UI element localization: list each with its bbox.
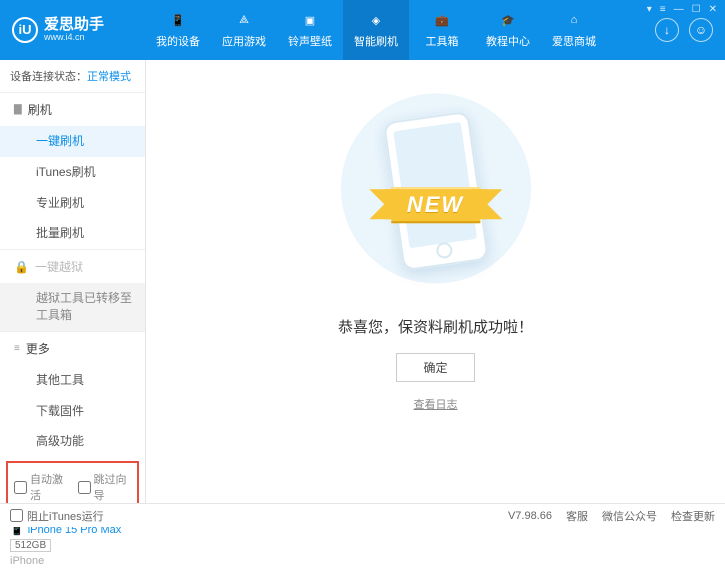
user-button[interactable]: ☺ [689,18,713,42]
sidebar-item-pro-flash[interactable]: 专业刷机 [0,188,145,219]
footer-kf[interactable]: 客服 [566,508,588,524]
tutorial-icon: 🎓 [499,11,517,29]
sidebar-item-batch-flash[interactable]: 批量刷机 [0,218,145,249]
window-controls: ▾ ≡ — ☐ ✕ [647,4,717,15]
nav-toolbox[interactable]: 💼工具箱 [409,0,475,60]
nav-my-device[interactable]: 📱我的设备 [145,0,211,60]
sidebar-head-jailbreak: 🔒一键越狱 [0,250,145,283]
status-bar: 阻止iTunes运行 V7.98.66 客服 微信公众号 检查更新 [0,503,725,527]
app-url: www.i4.cn [44,33,104,43]
top-nav: 📱我的设备 ⟁应用游戏 ▣铃声壁纸 ◈智能刷机 💼工具箱 🎓教程中心 ⌂爱思商城 [145,0,607,60]
footer-check-update[interactable]: 检查更新 [671,508,715,524]
flash-icon: ◈ [367,11,385,29]
footer-wechat[interactable]: 微信公众号 [602,508,657,524]
device-capacity: 512GB [10,539,51,552]
cart-icon[interactable]: ▾ [647,4,652,15]
nav-smart-flash[interactable]: ◈智能刷机 [343,0,409,60]
device-icon: 📱 [169,11,187,29]
nav-apps-games[interactable]: ⟁应用游戏 [211,0,277,60]
minimize-icon[interactable]: — [674,4,684,15]
main-content: NEW 恭喜您，保资料刷机成功啦！ 确定 查看日志 [146,60,725,503]
logo: iU 爱思助手 www.i4.cn [0,17,145,43]
download-button[interactable]: ↓ [655,18,679,42]
toolbox-icon: 💼 [433,11,451,29]
sidebar-item-itunes-flash[interactable]: iTunes刷机 [0,157,145,188]
sidebar-item-other-tools[interactable]: 其他工具 [0,365,145,396]
sidebar-jailbreak-note: 越狱工具已转移至工具箱 [0,283,145,331]
maximize-icon[interactable]: ☐ [692,4,701,15]
success-message: 恭喜您，保资料刷机成功啦！ [338,316,533,337]
store-icon: ⌂ [565,11,583,29]
sidebar-item-oneclick-flash[interactable]: 一键刷机 [0,126,145,157]
success-illustration: NEW [326,108,546,288]
apps-icon: ⟁ [235,11,253,29]
app-header: ▾ ≡ — ☐ ✕ iU 爱思助手 www.i4.cn 📱我的设备 ⟁应用游戏 … [0,0,725,60]
device-status: 设备连接状态：正常模式 [0,60,145,92]
sidebar-item-advanced[interactable]: 高级功能 [0,426,145,457]
logo-badge: iU [12,17,38,43]
close-icon[interactable]: ✕ [709,4,717,15]
ringtone-icon: ▣ [301,11,319,29]
version-label: V7.98.66 [508,510,552,522]
app-title: 爱思助手 [44,17,104,34]
new-ribbon: NEW [391,187,480,223]
nav-tutorials[interactable]: 🎓教程中心 [475,0,541,60]
sidebar-head-more[interactable]: ≡更多 [0,332,145,365]
sidebar-item-download-firmware[interactable]: 下载固件 [0,396,145,427]
device-model: iPhone [10,555,135,567]
view-log-link[interactable]: 查看日志 [414,396,458,412]
sidebar-head-flash[interactable]: ▇刷机 [0,93,145,126]
menu-icon[interactable]: ≡ [660,4,666,15]
hamburger-icon: ≡ [14,343,20,354]
checkbox-skip-guide[interactable]: 跳过向导 [78,471,132,503]
nav-store[interactable]: ⌂爱思商城 [541,0,607,60]
checkbox-auto-activate[interactable]: 自动激活 [14,471,68,503]
sidebar: 设备连接状态：正常模式 ▇刷机 一键刷机 iTunes刷机 专业刷机 批量刷机 … [0,60,146,503]
checkbox-block-itunes[interactable]: 阻止iTunes运行 [10,508,104,524]
lock-icon: 🔒 [14,260,29,274]
chevron-down-icon: ▇ [14,104,22,115]
nav-ringtones[interactable]: ▣铃声壁纸 [277,0,343,60]
confirm-button[interactable]: 确定 [396,353,474,382]
